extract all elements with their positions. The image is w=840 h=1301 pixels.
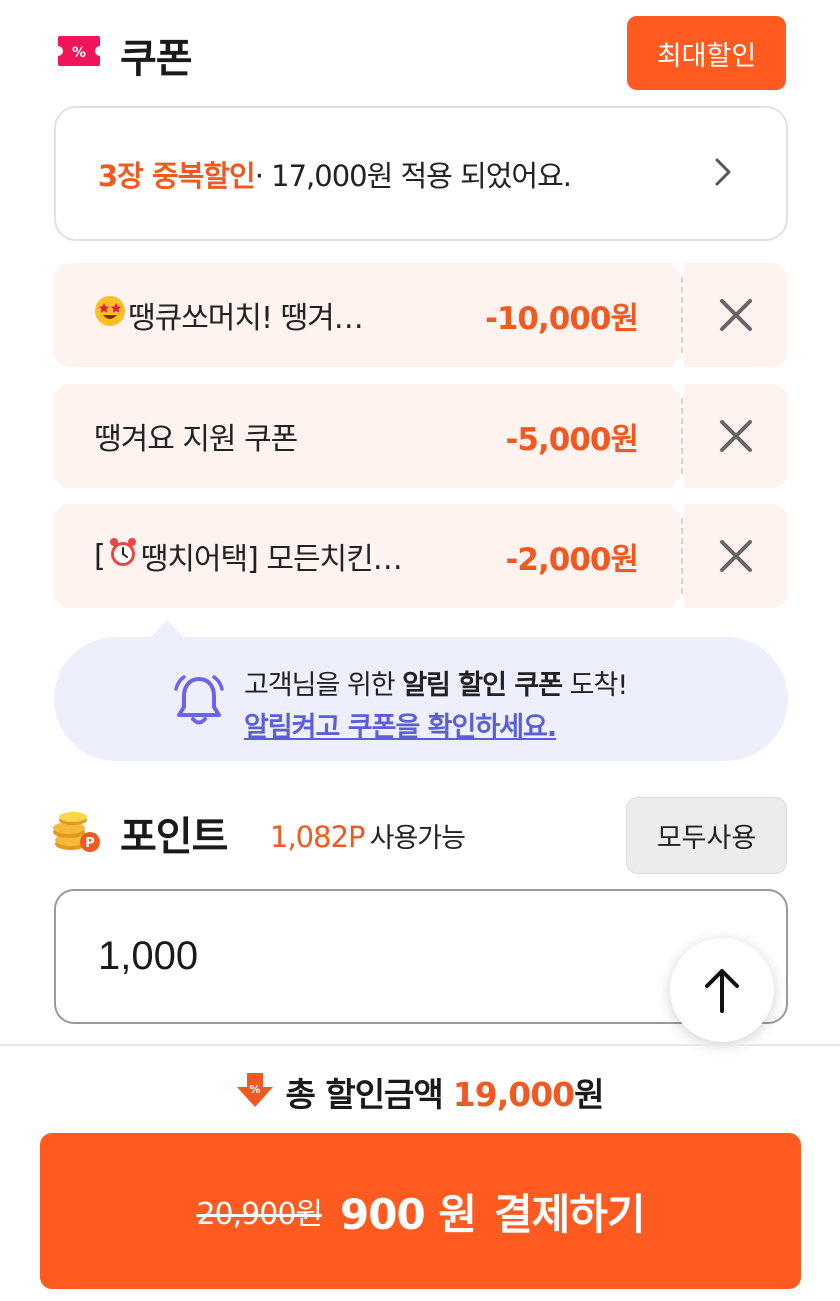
notice-link[interactable]: 알림켜고 쿠폰을 확인하세요. — [244, 705, 557, 744]
scroll-to-top-button[interactable] — [670, 938, 774, 1042]
discount-tag-icon: % — [235, 1071, 275, 1113]
applied-coupon-summary[interactable]: 3장 중복할인 · 17,000원 적용 되었어요. — [54, 106, 788, 241]
coupon-item: 땡큐쏘머치! 땡겨… -10,000원 — [54, 254, 788, 376]
pay-label: 결제하기 — [493, 1189, 646, 1239]
coupon-item-body: 땡큐쏘머치! 땡겨… -10,000원 — [54, 263, 680, 367]
coupon-section-title: 쿠폰 — [120, 36, 193, 82]
coupon-item-body: [ 땡치어택] 모든치킨… -2,000원 — [54, 504, 680, 608]
coupon-item-body: 땡겨요 지원 쿠폰 -5,000원 — [54, 384, 680, 488]
remove-coupon-button[interactable] — [684, 384, 788, 488]
coupon-item-amount: -10,000원 — [484, 300, 639, 337]
max-discount-button[interactable]: 최대할인 — [627, 16, 786, 90]
coupon-divider — [681, 277, 683, 353]
svg-text:%: % — [72, 45, 86, 61]
remove-coupon-button[interactable] — [684, 504, 788, 608]
coupon-item-name: 땡큐쏘머치! 땡겨… — [94, 293, 364, 337]
bubble-tail — [150, 620, 184, 638]
use-all-points-button[interactable]: 모두사용 — [626, 797, 787, 874]
coins-icon: P — [52, 808, 102, 858]
close-icon — [720, 299, 752, 331]
alarm-coupon-notice: 고객님을 위한 알림 할인 쿠폰 도착! 알림켜고 쿠폰을 확인하세요. — [54, 637, 788, 761]
notice-line-1: 고객님을 위한 알림 할인 쿠폰 도착! — [244, 670, 628, 701]
coupon-divider — [681, 398, 683, 474]
coupon-ticket-icon: % — [56, 34, 102, 68]
alarm-clock-emoji-icon — [107, 536, 139, 576]
coupon-item-name: 땡겨요 지원 쿠폰 — [94, 422, 298, 457]
summary-highlight: 3장 중복할인 — [98, 158, 256, 193]
close-icon — [720, 420, 752, 452]
coupon-item: 땡겨요 지원 쿠폰 -5,000원 — [54, 375, 788, 497]
total-discount: % 총 할인금액 19,000원 — [0, 1066, 840, 1118]
pay-button[interactable]: 20,900원 900 원 결제하기 — [40, 1133, 801, 1289]
svg-text:P: P — [85, 836, 95, 851]
coupon-item-amount: -5,000원 — [505, 421, 639, 458]
pay-amount: 900 원 — [340, 1189, 477, 1239]
original-price: 20,900원 — [196, 1197, 323, 1232]
chevron-right-icon — [714, 157, 732, 191]
points-section-title: 포인트 — [120, 814, 228, 860]
remove-coupon-button[interactable] — [684, 263, 788, 367]
arrow-up-icon — [705, 969, 739, 1013]
bell-icon — [170, 671, 228, 733]
total-discount-amount: 19,000 — [452, 1075, 575, 1114]
svg-text:%: % — [250, 1083, 261, 1096]
coupon-item-amount: -2,000원 — [505, 541, 639, 578]
coupon-divider — [681, 518, 683, 594]
star-eyes-emoji-icon — [94, 295, 126, 335]
footer-divider — [0, 1044, 840, 1046]
coupon-item-name: [ 땡치어택] 모든치킨… — [94, 534, 403, 578]
points-available: 1,082P 사용가능 — [270, 820, 466, 854]
close-icon — [720, 540, 752, 572]
summary-text: · 17,000원 적용 되었어요. — [254, 158, 572, 193]
coupon-item: [ 땡치어택] 모든치킨… -2,000원 — [54, 495, 788, 617]
